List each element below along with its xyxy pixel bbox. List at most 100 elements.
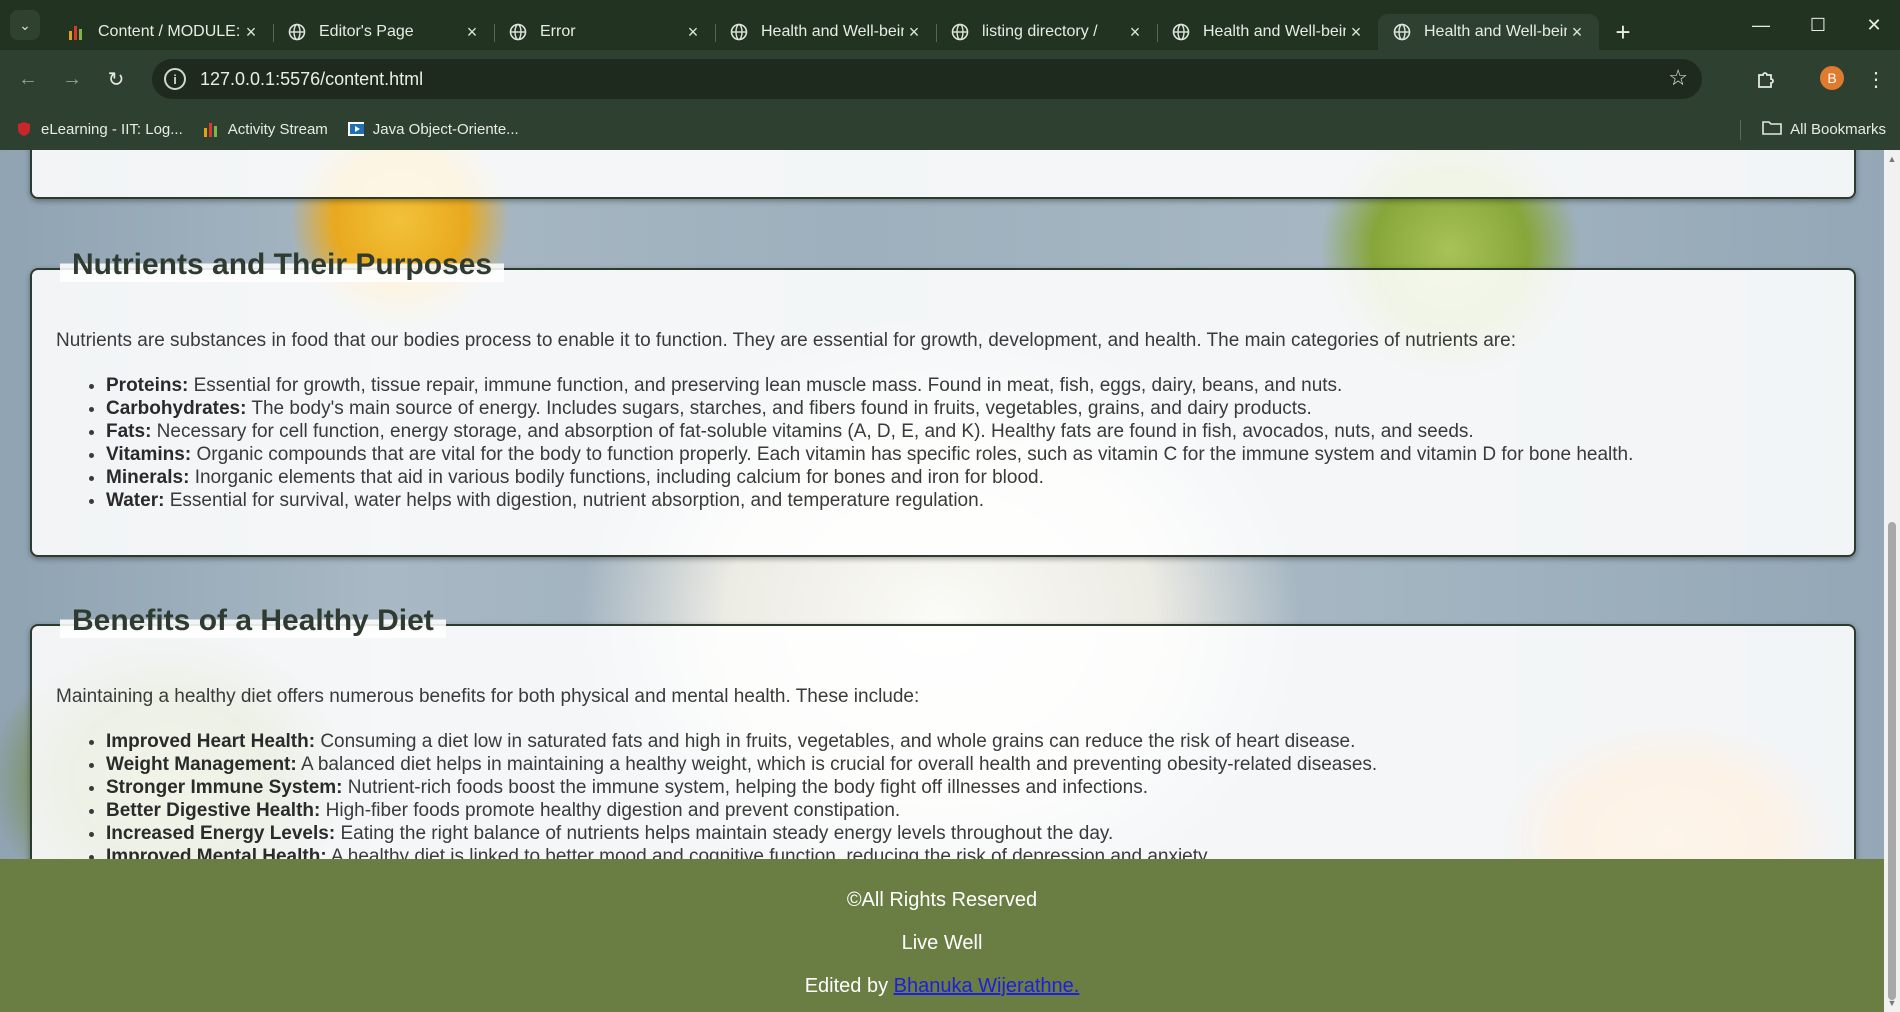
item-term: Improved Heart Health: <box>106 731 316 752</box>
item-text: Essential for survival, water helps with… <box>164 490 984 511</box>
close-icon[interactable]: × <box>462 22 482 43</box>
list-item: Improved Heart Health: Consuming a diet … <box>106 730 1377 753</box>
tab-listing-directory[interactable]: listing directory / × <box>936 14 1158 50</box>
item-text: Organic compounds that are vital for the… <box>191 444 1634 465</box>
list-item: Improved Mental Health: A healthy diet i… <box>106 845 1377 859</box>
profile-avatar[interactable]: B <box>1820 66 1844 90</box>
section-intro: Maintaining a healthy diet offers numero… <box>56 686 920 707</box>
section-heading: Benefits of a Healthy Diet <box>60 604 446 638</box>
benefits-section: Benefits of a Healthy Diet Maintaining a… <box>30 604 1856 859</box>
bar-chart-favicon-icon <box>66 22 86 42</box>
tab-error[interactable]: Error × <box>494 14 716 50</box>
item-text: Eating the right balance of nutrients he… <box>335 823 1114 844</box>
list-item: Water: Essential for survival, water hel… <box>106 489 1633 512</box>
tab-search-icon[interactable]: ⌄ <box>10 10 40 40</box>
tab-title: Error <box>540 23 576 40</box>
globe-icon <box>950 22 970 42</box>
list-item: Fats: Necessary for cell function, energ… <box>106 420 1633 443</box>
bookmark-elearning[interactable]: eLearning - IIT: Log... <box>16 121 183 138</box>
tab-editors-page[interactable]: Editor's Page × <box>273 14 495 50</box>
scroll-up-arrow-icon[interactable]: ▲ <box>1887 154 1897 164</box>
browser-toolbar: ← → ↻ i 127.0.0.1:5576/content.html ☆ ⋮ <box>0 50 1900 108</box>
tab-title: Health and Well-bein <box>1424 23 1567 40</box>
nutrients-list: Proteins: Essential for growth, tissue r… <box>106 374 1633 512</box>
footer-credit: Edited by Bhanuka Wijerathne. <box>0 975 1884 998</box>
bookmark-star-icon[interactable]: ☆ <box>1668 65 1688 91</box>
back-arrow-icon[interactable]: ← <box>8 59 48 99</box>
all-bookmarks-label: All Bookmarks <box>1790 120 1886 138</box>
page-footer: ©All Rights Reserved Live Well Edited by… <box>0 859 1884 1012</box>
item-text: Essential for growth, tissue repair, imm… <box>188 375 1343 396</box>
item-term: Minerals: <box>106 467 190 488</box>
tab-strip: ⌄ Content / MODULE: ( × Editor's Page × … <box>0 0 1900 50</box>
list-item: Increased Energy Levels: Eating the righ… <box>106 822 1377 845</box>
close-icon[interactable]: × <box>1567 22 1587 43</box>
item-term: Vitamins: <box>106 444 192 465</box>
item-term: Increased Energy Levels: <box>106 823 336 844</box>
globe-icon <box>287 22 307 42</box>
item-text: Necessary for cell function, energy stor… <box>151 421 1474 442</box>
tab-title: listing directory / <box>982 23 1098 40</box>
nutrients-section: Nutrients and Their Purposes Nutrients a… <box>30 248 1856 557</box>
author-link[interactable]: Bhanuka Wijerathne. <box>894 975 1080 997</box>
list-item: Minerals: Inorganic elements that aid in… <box>106 466 1633 489</box>
item-term: Water: <box>106 490 165 511</box>
close-icon[interactable]: × <box>1125 22 1145 43</box>
tab-content-module[interactable]: Content / MODULE: ( × <box>52 14 274 50</box>
item-term: Weight Management: <box>106 754 297 775</box>
tab-health-2[interactable]: Health and Well-bein × <box>1157 14 1378 50</box>
benefits-list: Improved Heart Health: Consuming a diet … <box>106 730 1377 859</box>
site-info-icon[interactable]: i <box>164 68 186 90</box>
close-window-icon[interactable]: ✕ <box>1846 0 1900 50</box>
forward-arrow-icon[interactable]: → <box>52 59 92 99</box>
list-item: Proteins: Essential for growth, tissue r… <box>106 374 1633 397</box>
item-term: Improved Mental Health: <box>106 846 327 859</box>
url-text: 127.0.0.1:5576/content.html <box>200 68 424 89</box>
address-bar[interactable]: i 127.0.0.1:5576/content.html ☆ <box>152 59 1702 99</box>
list-item: Carbohydrates: The body's main source of… <box>106 397 1633 420</box>
list-item: Vitamins: Organic compounds that are vit… <box>106 443 1633 466</box>
globe-icon <box>729 22 749 42</box>
list-item: Better Digestive Health: High-fiber food… <box>106 799 1377 822</box>
bookmark-activity-stream[interactable]: Activity Stream <box>203 121 328 138</box>
tab-title: Content / MODULE: ( <box>98 23 241 40</box>
tab-title: Health and Well-bein <box>761 23 904 40</box>
minimize-icon[interactable]: — <box>1733 0 1789 50</box>
item-term: Proteins: <box>106 375 189 396</box>
item-term: Carbohydrates: <box>106 398 247 419</box>
page-scrollbar[interactable]: ▲ ▼ <box>1884 150 1900 1012</box>
item-term: Fats: <box>106 421 152 442</box>
item-text: A healthy diet is linked to better mood … <box>326 846 1212 859</box>
new-tab-plus-icon[interactable]: + <box>1605 14 1641 50</box>
footer-credit-prefix: Edited by <box>804 975 894 997</box>
scroll-down-arrow-icon[interactable]: ▼ <box>1887 998 1897 1008</box>
close-icon[interactable]: × <box>904 22 924 43</box>
tab-health-active[interactable]: Health and Well-bein × <box>1378 14 1599 50</box>
item-text: The body's main source of energy. Includ… <box>246 398 1312 419</box>
close-icon[interactable]: × <box>241 22 261 43</box>
footer-slogan: Live Well <box>901 932 983 954</box>
bookmark-java-oop[interactable]: Java Object-Oriente... <box>347 120 519 138</box>
bookmark-label: Java Object-Oriente... <box>372 120 519 138</box>
video-favicon-icon <box>347 121 364 137</box>
maximize-icon[interactable]: ☐ <box>1790 0 1846 50</box>
bar-chart-favicon-icon <box>203 121 219 137</box>
bookmark-label: eLearning - IIT: Log... <box>41 120 183 138</box>
globe-icon <box>1392 22 1412 42</box>
close-icon[interactable]: × <box>1346 22 1366 43</box>
item-text: Nutrient-rich foods boost the immune sys… <box>342 777 1148 798</box>
close-icon[interactable]: × <box>683 22 703 43</box>
globe-icon <box>508 22 528 42</box>
item-text: Consuming a diet low in saturated fats a… <box>315 731 1356 752</box>
tab-title: Health and Well-bein <box>1203 23 1346 40</box>
extensions-puzzle-icon[interactable] <box>1746 59 1786 99</box>
kebab-menu-icon[interactable]: ⋮ <box>1856 59 1896 99</box>
tab-title: Editor's Page <box>319 23 414 40</box>
tab-health-1[interactable]: Health and Well-bein × <box>715 14 937 50</box>
all-bookmarks-button[interactable]: All Bookmarks <box>1762 108 1886 150</box>
previous-section-card <box>30 150 1856 199</box>
item-text: Inorganic elements that aid in various b… <box>189 467 1044 488</box>
scrollbar-thumb[interactable] <box>1888 522 1896 1000</box>
list-item: Stronger Immune System: Nutrient-rich fo… <box>106 776 1377 799</box>
reload-icon[interactable]: ↻ <box>96 59 136 99</box>
